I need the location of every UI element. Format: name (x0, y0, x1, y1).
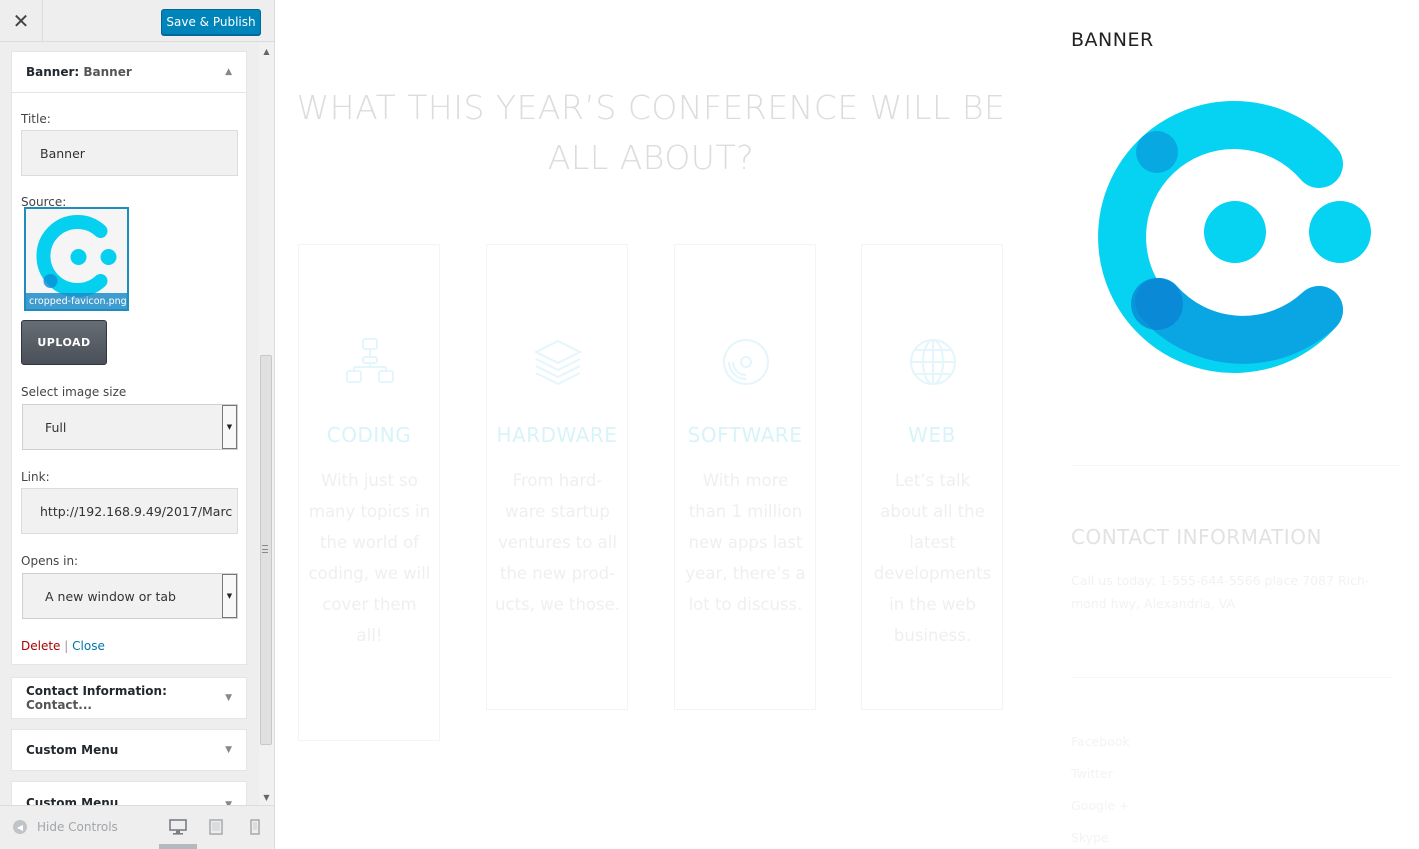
customizer-footer: ◀ Hide Controls (0, 805, 274, 849)
banner-widget-title: Banner: Banner (26, 65, 132, 79)
disc-icon (723, 339, 769, 385)
divider (1071, 677, 1391, 678)
widget-name: Custom Menu (26, 796, 119, 805)
widget-instance-title: Banner (83, 65, 132, 79)
dropdown-arrow-icon[interactable]: ▼ (222, 574, 237, 618)
contact-information-widget[interactable]: Contact Information: Contact... ▼ (11, 677, 247, 719)
close-link[interactable]: Close (72, 639, 105, 653)
sidebar-scrollbar[interactable]: ▲ ▼ (259, 43, 274, 805)
source-image-thumbnail[interactable]: cropped-favicon.png (24, 207, 129, 311)
card-title: HARDWARE (496, 423, 618, 447)
scroll-up-icon[interactable]: ▲ (259, 45, 274, 57)
card-title: SOFTWARE (687, 423, 803, 447)
link-label: Link: (21, 470, 50, 484)
card-title: WEB (908, 423, 956, 447)
social-link-facebook[interactable]: Facebook (1071, 734, 1130, 749)
banner-logo-image[interactable] (1097, 97, 1377, 379)
widget-instance-title: Contact... (26, 698, 92, 712)
opens-in-select[interactable]: A new window or tab ▼ (22, 573, 238, 619)
active-device-indicator (159, 844, 197, 849)
custom-menu-widget[interactable]: Custom Menu ▼ (11, 729, 247, 771)
image-size-label: Select image size (21, 385, 127, 399)
globe-icon (910, 339, 956, 385)
site-preview[interactable]: WHAT THIS YEAR’S CONFERENCE WILL BE ALL … (275, 0, 1419, 849)
widget-header[interactable]: Custom Menu ▼ (12, 782, 246, 805)
scroll-down-icon[interactable]: ▼ (259, 791, 274, 803)
title-label: Title: (21, 112, 51, 126)
banner-widget: Banner: Banner ▲ Title: Banner Source: c… (11, 51, 247, 665)
expand-arrow-icon[interactable]: ▼ (225, 693, 232, 703)
image-size-value: Full (45, 419, 67, 435)
section-heading: WHAT THIS YEAR’S CONFERENCE WILL BE ALL … (296, 88, 1006, 177)
title-input[interactable]: Banner (21, 130, 238, 176)
customizer-header: ✕ Save & Publish (0, 0, 274, 42)
banner-widget-title: BANNER (1071, 29, 1154, 51)
sitemap-icon (346, 338, 394, 383)
widget-name: Banner: (26, 65, 80, 79)
feature-card-web: WEB Let’s talk about all the latest deve… (861, 244, 1003, 710)
widget-header[interactable]: Contact Information: Contact... ▼ (12, 678, 246, 718)
card-text: From hard-ware startup ventures to all t… (495, 471, 620, 614)
contact-information-title: CONTACT INFORMATION (1071, 525, 1322, 549)
widget-name: Contact Information: (26, 684, 167, 698)
opens-in-value: A new window or tab (45, 588, 176, 604)
card-title: CODING (326, 423, 412, 447)
close-icon[interactable]: ✕ (0, 0, 43, 42)
desktop-icon[interactable] (168, 818, 188, 836)
save-publish-button[interactable]: Save & Publish (161, 9, 261, 35)
widget-name: Custom Menu (26, 743, 119, 757)
social-link-skype[interactable]: Skype (1071, 830, 1109, 845)
divider (1071, 465, 1401, 466)
widget-header[interactable]: Custom Menu ▼ (12, 730, 246, 770)
layers-icon (533, 339, 583, 386)
widget-actions: Delete | Close (21, 639, 105, 653)
image-size-select[interactable]: Full ▼ (22, 404, 238, 450)
banner-widget-header[interactable]: Banner: Banner ▲ (12, 52, 246, 93)
customizer-sidebar: ✕ Save & Publish Banner: Banner ▲ Title:… (0, 0, 275, 849)
collapse-left-icon: ◀ (13, 820, 27, 834)
tablet-icon[interactable] (206, 818, 226, 836)
feature-card-coding: CODING With just so many topics in the w… (298, 244, 440, 741)
custom-menu-widget-2[interactable]: Custom Menu ▼ (11, 781, 247, 805)
separator: | (64, 639, 69, 653)
scroll-grip-icon (262, 545, 268, 553)
card-text: Let’s talk about all the latest developm… (873, 471, 992, 645)
social-link-google[interactable]: Google + (1071, 798, 1130, 813)
card-text: With just so many topics in the world of… (308, 471, 431, 645)
mobile-icon[interactable] (245, 818, 265, 836)
contact-information-text: Call us today: 1-555-644-5566 place 7087… (1071, 573, 1370, 611)
social-link-twitter[interactable]: Twitter (1071, 766, 1113, 781)
widget-title: Contact Information: Contact... (26, 684, 225, 712)
image-filename: cropped-favicon.png (26, 293, 127, 309)
hide-controls-label: Hide Controls (37, 820, 118, 834)
hide-controls-button[interactable]: ◀ Hide Controls (13, 820, 118, 834)
customizer-app: ✕ Save & Publish Banner: Banner ▲ Title:… (0, 0, 1419, 849)
feature-card-software: SOFTWARE With more than 1 million new ap… (674, 244, 816, 710)
delete-link[interactable]: Delete (21, 639, 60, 653)
card-text: With more than 1 million new apps last y… (685, 471, 806, 614)
feature-card-hardware: HARDWARE From hard-ware startup ventures… (486, 244, 628, 710)
expand-arrow-icon[interactable]: ▼ (225, 745, 232, 755)
opens-in-label: Opens in: (21, 554, 79, 568)
collapse-arrow-icon[interactable]: ▲ (225, 67, 232, 77)
dropdown-arrow-icon[interactable]: ▼ (222, 405, 237, 449)
widgets-panel: Banner: Banner ▲ Title: Banner Source: c… (0, 43, 259, 805)
upload-button[interactable]: UPLOAD (21, 320, 107, 365)
link-input[interactable]: http://192.168.9.49/2017/Marc (21, 488, 238, 534)
